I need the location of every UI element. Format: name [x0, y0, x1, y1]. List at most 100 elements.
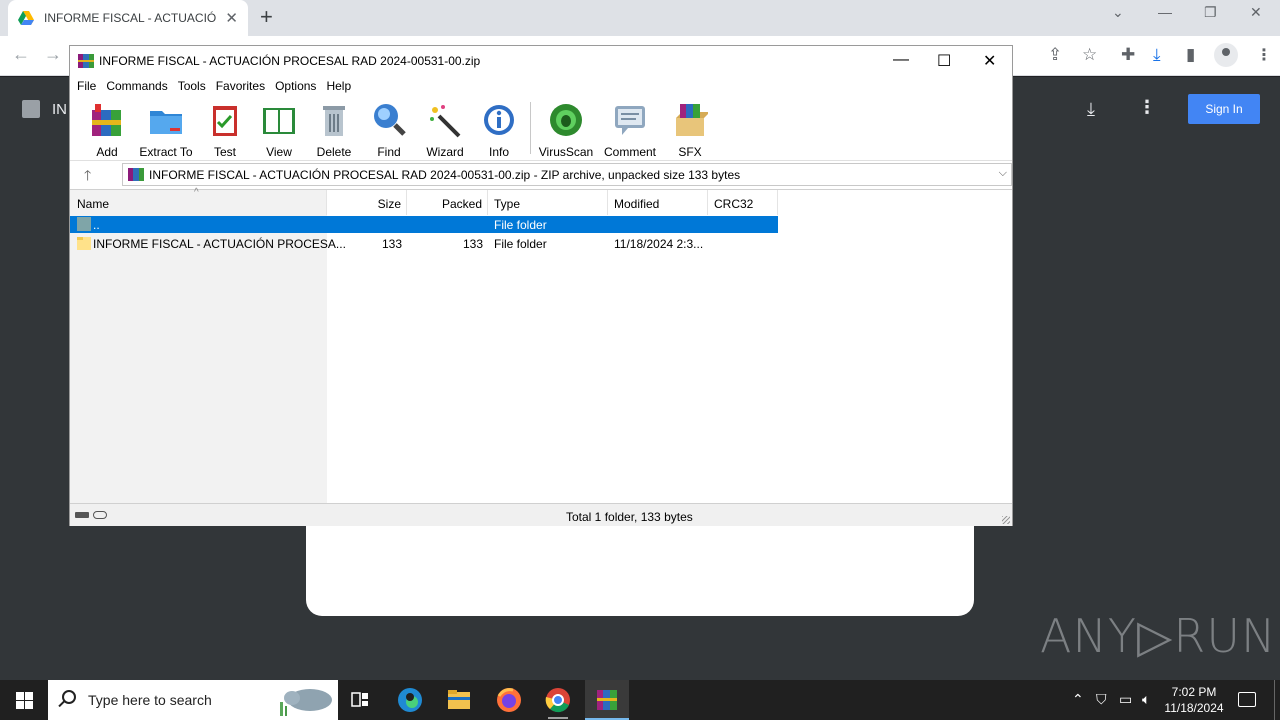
table-row[interactable]: .. File folder	[70, 216, 778, 233]
info-button[interactable]: Info	[468, 102, 530, 159]
winrar-app-icon	[78, 54, 94, 68]
table-row[interactable]: INFORME FISCAL - ACTUACIÓN PROCESA... 13…	[70, 235, 778, 252]
profile-avatar-icon[interactable]	[1214, 43, 1238, 67]
taskbar-search[interactable]: Type here to search	[48, 680, 338, 720]
extract-to-button[interactable]: Extract To	[135, 102, 197, 159]
manatee-illustration-icon	[280, 689, 332, 716]
archive-icon	[128, 168, 144, 181]
browser-tabbar: INFORME FISCAL - ACTUACIÓN PROCESAL RAD …	[0, 0, 1280, 36]
firefox-icon[interactable]	[487, 680, 531, 720]
comment-button[interactable]: Comment	[599, 102, 661, 159]
wizard-button[interactable]: Wizard	[414, 102, 476, 159]
test-clipboard-icon	[213, 106, 237, 136]
tray-security-icon[interactable]: ⛉	[1096, 691, 1107, 708]
tab-title: INFORME FISCAL - ACTUACIÓN PROCESAL RAD …	[44, 11, 216, 25]
viewer-more-icon[interactable]: ⋮	[1138, 97, 1156, 118]
menu-favorites[interactable]: Favorites	[215, 76, 274, 96]
menu-tools[interactable]: Tools	[177, 76, 215, 96]
preview-card	[306, 517, 974, 616]
winrar-statusbar: Total 1 folder, 133 bytes	[70, 503, 1012, 526]
winrar-title: INFORME FISCAL - ACTUACIÓN PROCESAL RAD …	[99, 54, 481, 68]
column-header-packed[interactable]: Packed	[407, 190, 488, 215]
sfx-box-icon	[676, 104, 710, 136]
file-explorer-icon[interactable]	[437, 680, 481, 720]
winrar-menubar: File Commands Tools Favorites Options He…	[70, 76, 1012, 96]
sign-in-button[interactable]: Sign In	[1188, 94, 1260, 124]
delete-button[interactable]: Delete	[303, 102, 365, 159]
folder-icon	[77, 237, 91, 250]
up-folder-icon[interactable]: 🡑	[84, 165, 91, 189]
anyrun-watermark: ANY▷RUN	[1040, 609, 1277, 663]
drive-icon[interactable]	[75, 512, 89, 518]
extract-folder-icon	[150, 111, 182, 134]
system-clock[interactable]: 7:02 PM 11/18/2024	[1158, 684, 1230, 716]
volume-icon[interactable]: 🔈︎	[1142, 691, 1150, 708]
google-drive-icon	[18, 11, 34, 25]
list-header: Name ^ Size Packed Type Modified CRC32	[70, 187, 1012, 215]
status-text: Total 1 folder, 133 bytes	[566, 510, 693, 524]
column-header-type[interactable]: Type	[488, 190, 608, 215]
show-desktop-button[interactable]	[1274, 680, 1275, 720]
winrar-titlebar: INFORME FISCAL - ACTUACIÓN PROCESAL RAD …	[70, 46, 1012, 76]
close-window-icon[interactable]: ✕	[1250, 4, 1262, 21]
extensions-icon[interactable]: ✚	[1121, 45, 1135, 65]
menu-options[interactable]: Options	[274, 76, 325, 96]
download-icon[interactable]: ⤓	[1153, 45, 1161, 65]
share-icon[interactable]: ⇪	[1048, 45, 1062, 65]
clock-date: 11/18/2024	[1164, 701, 1224, 715]
task-view-icon[interactable]	[338, 680, 382, 720]
resize-grip-icon[interactable]	[1002, 516, 1010, 524]
winrar-toolbar: Add Extract To Test View Delete Find Wiz…	[70, 98, 1012, 159]
key-icon[interactable]	[93, 511, 107, 519]
winrar-window: INFORME FISCAL - ACTUACIÓN PROCESAL RAD …	[69, 45, 1013, 526]
notification-icon[interactable]	[1238, 692, 1256, 707]
menu-help[interactable]: Help	[325, 76, 360, 96]
search-icon	[62, 690, 76, 704]
bookmark-star-icon[interactable]: ☆	[1082, 45, 1097, 65]
network-icon[interactable]: ▭	[1119, 691, 1132, 708]
virus-scan-icon	[550, 104, 582, 136]
add-button[interactable]: Add	[76, 102, 138, 159]
test-button[interactable]: Test	[194, 102, 256, 159]
restore-icon[interactable]: ❐	[1204, 4, 1217, 21]
column-header-name[interactable]: Name ^	[70, 187, 327, 215]
column-header-modified[interactable]: Modified	[608, 190, 708, 215]
winrar-taskbar-icon[interactable]	[585, 680, 629, 720]
back-arrow-icon[interactable]: ←	[12, 44, 30, 65]
virusscan-button[interactable]: VirusScan	[535, 102, 597, 159]
magic-wand-icon	[430, 105, 461, 138]
menu-file[interactable]: File	[76, 76, 105, 96]
info-icon	[484, 105, 514, 135]
winrar-minimize-icon[interactable]: —	[893, 51, 909, 69]
menu-commands[interactable]: Commands	[105, 76, 176, 96]
windows-start-icon[interactable]	[0, 680, 48, 720]
sfx-button[interactable]: SFX	[659, 102, 721, 159]
column-header-size[interactable]: Size	[327, 190, 407, 215]
chrome-icon[interactable]	[536, 680, 580, 720]
chevron-down-icon[interactable]: ⌵	[999, 167, 1007, 180]
windows-taskbar: Type here to search ⌃ ⛉ ▭ 🔈︎ 7:02 PM 11/…	[0, 680, 1280, 720]
winrar-close-icon[interactable]: ✕	[983, 51, 996, 71]
add-archive-icon	[92, 104, 121, 136]
tray-chevron-up-icon[interactable]: ⌃	[1072, 691, 1084, 708]
viewer-download-icon[interactable]: ⤓	[1087, 99, 1095, 120]
find-button[interactable]: Find	[358, 102, 420, 159]
parent-folder-icon	[77, 217, 91, 231]
viewer-title: IN	[52, 101, 67, 118]
browser-tab[interactable]: INFORME FISCAL - ACTUACIÓN PROCESAL RAD …	[8, 0, 248, 36]
forward-arrow-icon[interactable]: →	[44, 44, 62, 65]
winrar-maximize-icon[interactable]: ☐	[937, 51, 951, 71]
side-panel-icon[interactable]: ▮	[1186, 45, 1195, 65]
tab-search-icon[interactable]: ⌄	[1112, 4, 1124, 21]
toolbar-separator	[530, 102, 531, 154]
view-button[interactable]: View	[248, 102, 310, 159]
new-tab-button[interactable]: +	[260, 4, 273, 30]
edge-icon[interactable]	[388, 680, 432, 720]
archive-path-dropdown[interactable]: INFORME FISCAL - ACTUACIÓN PROCESAL RAD …	[122, 163, 1012, 186]
column-header-crc32[interactable]: CRC32	[708, 190, 778, 215]
archive-path: INFORME FISCAL - ACTUACIÓN PROCESAL RAD …	[149, 168, 741, 182]
chrome-menu-icon[interactable]: ⋮	[1256, 45, 1272, 65]
minimize-icon[interactable]: —	[1158, 4, 1172, 20]
tab-close-icon[interactable]: ✕	[225, 9, 238, 27]
view-book-icon	[263, 108, 295, 134]
